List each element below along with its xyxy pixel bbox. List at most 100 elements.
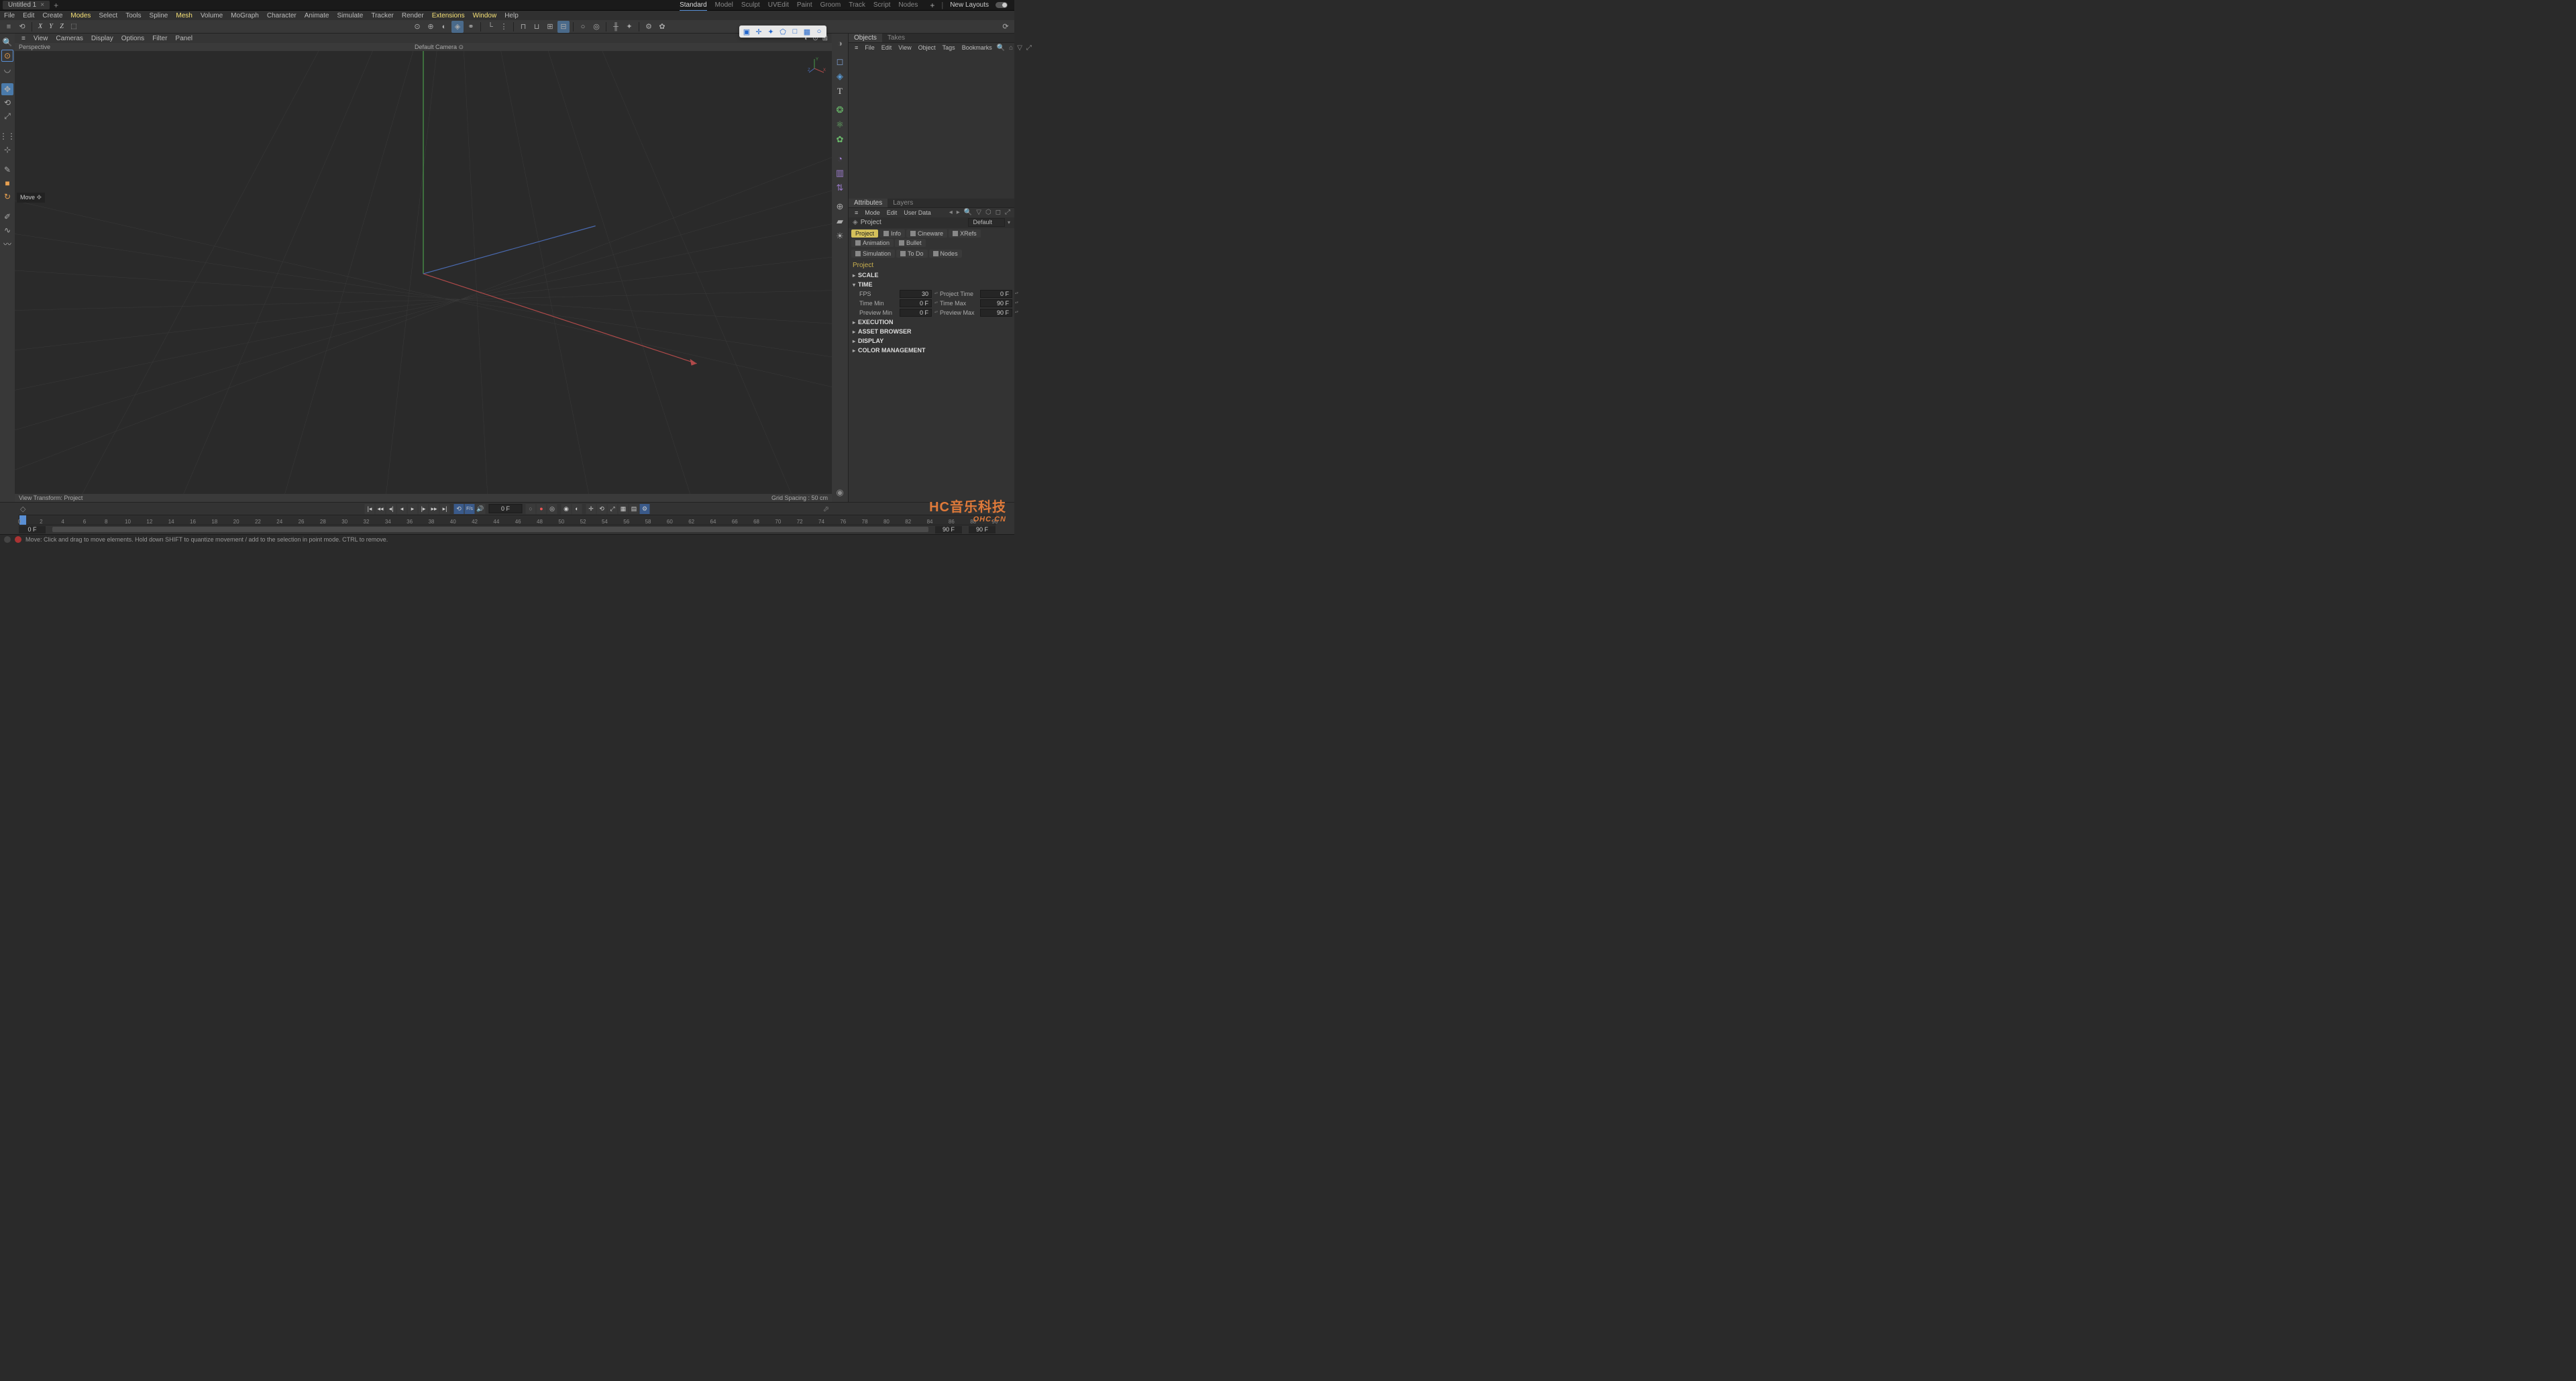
rotate-tool-icon[interactable]: ⟲ xyxy=(1,97,13,109)
curve-icon[interactable]: 〰 xyxy=(1,238,13,250)
obj-object[interactable]: Object xyxy=(915,44,939,51)
axis-z-toggle[interactable]: Z xyxy=(57,22,66,32)
new-icon[interactable]: ◻ xyxy=(994,209,1002,216)
layout-tab-uvedit[interactable]: UVEdit xyxy=(768,0,789,11)
layout-tab-standard[interactable]: Standard xyxy=(680,0,707,11)
popup-icon-7[interactable]: ○ xyxy=(814,27,824,36)
vp-view[interactable]: View xyxy=(30,35,52,42)
attr-userdata[interactable]: User Data xyxy=(900,209,934,216)
popup-icon-2[interactable]: ✛ xyxy=(754,27,763,36)
attr-tab-info[interactable]: Info xyxy=(879,229,905,238)
search-icon[interactable]: 🔍 xyxy=(996,44,1006,52)
popup-icon-4[interactable]: ⬠ xyxy=(778,27,788,36)
bookmark-end-icon[interactable]: ⬀ xyxy=(823,505,829,513)
chevron-down-icon[interactable]: ▾ xyxy=(1008,219,1010,225)
proj-time-input[interactable] xyxy=(980,290,1012,298)
tool-gear2-icon[interactable]: ✿ xyxy=(656,21,668,33)
tmax-input[interactable] xyxy=(980,299,1012,307)
hamburger-icon[interactable]: ≡ xyxy=(851,44,861,51)
hamburger-icon[interactable]: ≡ xyxy=(851,209,861,216)
keyall-icon[interactable]: ◐ xyxy=(572,504,582,514)
obj-view[interactable]: View xyxy=(895,44,914,51)
menu-edit[interactable]: Edit xyxy=(19,12,38,19)
timeline-ruler[interactable]: 0246810121416182022242628303234363840424… xyxy=(19,515,996,525)
attr-tab-to-do[interactable]: To Do xyxy=(896,250,928,258)
search-icon[interactable]: 🔍 xyxy=(963,209,973,216)
popup-icon-3[interactable]: ✦ xyxy=(766,27,775,36)
tool-globe-icon[interactable]: ⊕ xyxy=(425,21,437,33)
effector-icon[interactable]: ✿ xyxy=(833,133,847,146)
spinner-icon[interactable]: ▴▾ xyxy=(1015,311,1020,314)
tool-target-icon[interactable]: ⊙ xyxy=(411,21,423,33)
scale-group[interactable]: SCALE xyxy=(853,270,1010,280)
layout-tab-track[interactable]: Track xyxy=(849,0,865,11)
menu-create[interactable]: Create xyxy=(38,12,66,19)
menu-mesh[interactable]: Mesh xyxy=(172,12,196,19)
tool-circle-icon[interactable]: ○ xyxy=(577,21,589,33)
pos-key-icon[interactable]: ✛ xyxy=(586,504,596,514)
tool-grid2-icon[interactable]: ⊟ xyxy=(557,21,570,33)
autokey-icon[interactable]: ● xyxy=(537,504,547,514)
filter-icon[interactable]: ▽ xyxy=(1016,44,1024,52)
obj-tags[interactable]: Tags xyxy=(939,44,959,51)
attr-tab-xrefs[interactable]: XRefs xyxy=(949,229,981,238)
prev-key-icon[interactable]: ◂◂ xyxy=(376,504,386,514)
layout-tab-sculpt[interactable]: Sculpt xyxy=(741,0,760,11)
color-group[interactable]: COLOR MANAGEMENT xyxy=(853,346,1010,355)
execution-group[interactable]: EXECUTION xyxy=(853,317,1010,327)
menu-simulate[interactable]: Simulate xyxy=(333,12,367,19)
bookmark-start-icon[interactable]: ◇ xyxy=(20,505,25,513)
cloner-icon[interactable]: ⚛ xyxy=(833,118,847,132)
document-tab[interactable]: Untitled 1 × xyxy=(3,1,50,9)
history2-icon[interactable]: ↻ xyxy=(1,191,13,203)
obj-edit[interactable]: Edit xyxy=(878,44,896,51)
close-icon[interactable]: × xyxy=(40,1,44,9)
text-prim-icon[interactable]: T xyxy=(833,85,847,98)
add-tab-button[interactable]: + xyxy=(54,1,58,10)
attributes-tab[interactable]: Attributes xyxy=(849,199,888,207)
play-back-icon[interactable]: ◂ xyxy=(397,504,407,514)
paint-icon[interactable]: ■ xyxy=(1,177,13,189)
hamburger-icon[interactable]: ≡ xyxy=(17,35,30,42)
step-back-icon[interactable]: ◂| xyxy=(386,504,396,514)
menu-file[interactable]: File xyxy=(0,12,19,19)
asset-group[interactable]: ASSET BROWSER xyxy=(853,327,1010,336)
display-group[interactable]: DISPLAY xyxy=(853,336,1010,346)
param-key-icon[interactable]: ▦ xyxy=(619,504,629,514)
tmin-input[interactable] xyxy=(900,299,932,307)
vp-cameras[interactable]: Cameras xyxy=(52,35,87,42)
camera-icon[interactable]: ▰ xyxy=(833,215,847,228)
attr-edit[interactable]: Edit xyxy=(883,209,901,216)
add-layout-button[interactable]: + xyxy=(930,1,934,10)
vp-filter[interactable]: Filter xyxy=(148,35,171,42)
nav-back-icon[interactable]: ◂ xyxy=(948,209,954,216)
lasso-icon[interactable]: ◡ xyxy=(1,63,13,75)
next-key-icon[interactable]: ▸▸ xyxy=(429,504,439,514)
spinner-icon[interactable]: ▴▾ xyxy=(934,292,940,295)
scale-key-icon[interactable]: ⤢ xyxy=(608,504,618,514)
layout-tab-model[interactable]: Model xyxy=(715,0,733,11)
axis-x-toggle[interactable]: X xyxy=(36,22,45,32)
attr-tab-animation[interactable]: Animation xyxy=(851,239,894,247)
tool-sym1-icon[interactable]: ╫ xyxy=(610,21,622,33)
menu-tracker[interactable]: Tracker xyxy=(367,12,398,19)
menu-render[interactable]: Render xyxy=(398,12,428,19)
popout-icon[interactable]: ⤢ xyxy=(1004,209,1012,216)
tool-right-icon[interactable]: ⟳ xyxy=(1000,21,1012,33)
menu-extensions[interactable]: Extensions xyxy=(428,12,469,19)
attr-tab-nodes[interactable]: Nodes xyxy=(929,250,962,258)
attr-tab-simulation[interactable]: Simulation xyxy=(851,250,895,258)
spinner-icon[interactable]: ▴▾ xyxy=(934,311,940,314)
axis-gizmo[interactable]: Y X Z xyxy=(808,56,826,75)
scene-icon[interactable]: ⊕ xyxy=(833,200,847,213)
sound-icon[interactable]: 🔊 xyxy=(476,504,486,514)
loop-icon[interactable]: ⟲ xyxy=(454,504,464,514)
vp-options[interactable]: Options xyxy=(117,35,148,42)
attr-tab-project[interactable]: Project xyxy=(851,229,878,238)
pmax-input[interactable] xyxy=(980,309,1012,317)
layout-tab-paint[interactable]: Paint xyxy=(797,0,812,11)
funnel-icon[interactable]: ▽ xyxy=(975,209,983,216)
goto-start-icon[interactable]: |◂ xyxy=(365,504,375,514)
menu-animate[interactable]: Animate xyxy=(301,12,333,19)
menu-character[interactable]: Character xyxy=(263,12,301,19)
